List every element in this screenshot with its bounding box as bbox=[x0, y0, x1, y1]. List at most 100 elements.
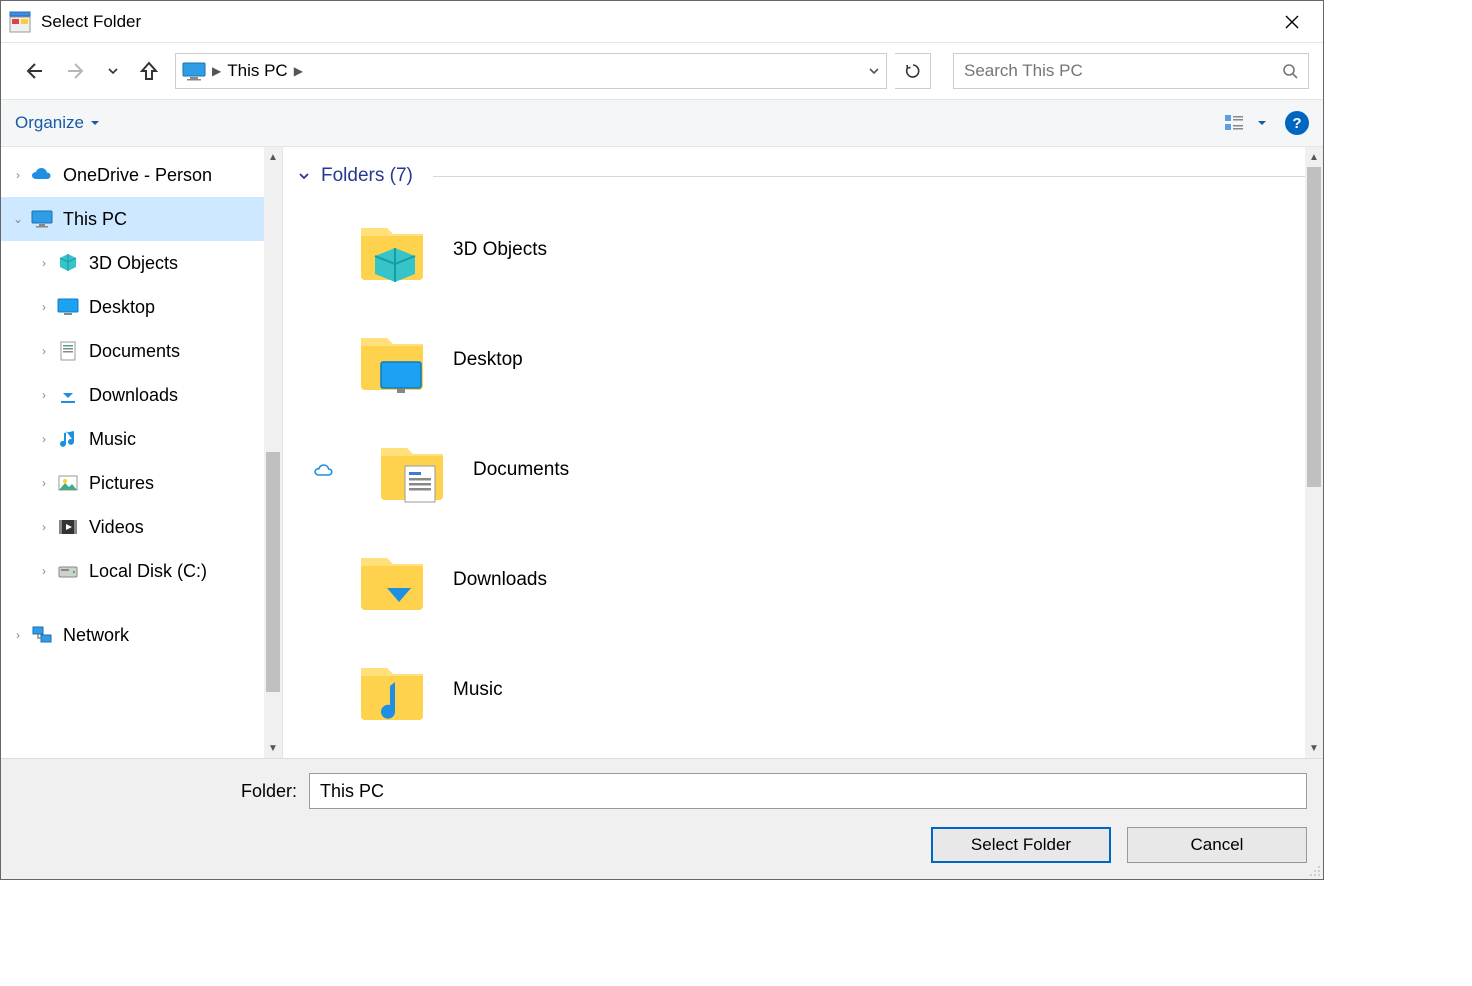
folder-item[interactable]: Documents bbox=[353, 415, 1323, 525]
tree-item-label: Desktop bbox=[89, 297, 155, 318]
tree-item[interactable]: › Network bbox=[1, 613, 282, 657]
cancel-button[interactable]: Cancel bbox=[1127, 827, 1307, 863]
scroll-thumb[interactable] bbox=[266, 452, 280, 692]
folder-label: Desktop bbox=[453, 349, 523, 371]
tree-item-label: This PC bbox=[63, 209, 127, 230]
window-title: Select Folder bbox=[41, 12, 1269, 32]
tree-item[interactable]: › Downloads bbox=[1, 373, 282, 417]
resize-grip[interactable] bbox=[1307, 863, 1321, 877]
breadcrumb-segment[interactable]: This PC bbox=[227, 61, 287, 81]
disk-icon bbox=[55, 558, 81, 584]
tree-item-label: Network bbox=[63, 625, 129, 646]
nav-tree: › OneDrive - Person⌄ This PC› 3D Objects… bbox=[1, 147, 283, 758]
body: › OneDrive - Person⌄ This PC› 3D Objects… bbox=[1, 147, 1323, 758]
thispc-icon bbox=[29, 206, 55, 232]
onedrive-icon bbox=[29, 162, 55, 188]
music-folder-icon bbox=[353, 650, 433, 730]
select-folder-button[interactable]: Select Folder bbox=[931, 827, 1111, 863]
back-button[interactable] bbox=[15, 53, 51, 89]
expand-icon[interactable]: › bbox=[33, 520, 55, 534]
thispc-icon bbox=[182, 61, 206, 81]
folder-field-label: Folder: bbox=[17, 781, 297, 802]
tree-item-label: Local Disk (C:) bbox=[89, 561, 207, 582]
toolbar: Organize ? bbox=[1, 99, 1323, 147]
folder-view[interactable]: Folders (7) 3D Objects Desktop Documents… bbox=[283, 147, 1323, 758]
folder-item[interactable]: Desktop bbox=[353, 305, 1323, 415]
expand-icon[interactable]: › bbox=[33, 300, 55, 314]
documents-folder-icon bbox=[373, 430, 453, 510]
forward-button[interactable] bbox=[59, 53, 95, 89]
downloads-folder-icon bbox=[353, 540, 433, 620]
folder-name-input[interactable] bbox=[309, 773, 1307, 809]
scroll-up-icon[interactable]: ▲ bbox=[1305, 147, 1323, 167]
folder-item[interactable]: 3D Objects bbox=[353, 195, 1323, 305]
folder-label: Music bbox=[453, 679, 503, 701]
search-box[interactable] bbox=[953, 53, 1309, 89]
tree-item-label: Music bbox=[89, 429, 136, 450]
section-label: Folders (7) bbox=[321, 165, 413, 187]
scroll-up-icon[interactable]: ▲ bbox=[264, 147, 282, 167]
tree-item[interactable]: › Documents bbox=[1, 329, 282, 373]
tree-item-label: Downloads bbox=[89, 385, 178, 406]
chevron-right-icon[interactable]: ▶ bbox=[212, 64, 221, 78]
tree-item[interactable]: › Pictures bbox=[1, 461, 282, 505]
expand-icon[interactable]: › bbox=[7, 628, 29, 642]
expand-icon[interactable]: › bbox=[33, 564, 55, 578]
3d-icon bbox=[55, 250, 81, 276]
chevron-down-icon bbox=[297, 169, 311, 183]
select-folder-dialog: Select Folder ▶ This PC ▶ bbox=[0, 0, 1324, 880]
expand-icon[interactable]: ⌄ bbox=[7, 212, 29, 226]
folder-label: Downloads bbox=[453, 569, 547, 591]
scroll-down-icon[interactable]: ▼ bbox=[1305, 738, 1323, 758]
titlebar: Select Folder bbox=[1, 1, 1323, 43]
app-icon bbox=[9, 11, 31, 33]
search-input[interactable] bbox=[964, 61, 1282, 81]
scroll-thumb[interactable] bbox=[1307, 167, 1321, 487]
tree-scrollbar[interactable]: ▲ ▼ bbox=[264, 147, 282, 758]
tree-item[interactable]: › 3D Objects bbox=[1, 241, 282, 285]
expand-icon[interactable]: › bbox=[33, 388, 55, 402]
folder-label: Documents bbox=[473, 459, 569, 481]
pictures-icon bbox=[55, 470, 81, 496]
help-button[interactable]: ? bbox=[1285, 111, 1309, 135]
organize-button[interactable]: Organize bbox=[15, 113, 100, 133]
expand-icon[interactable]: › bbox=[7, 168, 29, 182]
tree-item-label: Documents bbox=[89, 341, 180, 362]
up-button[interactable] bbox=[131, 53, 167, 89]
videos-icon bbox=[55, 514, 81, 540]
refresh-button[interactable] bbox=[895, 53, 931, 89]
chevron-right-icon[interactable]: ▶ bbox=[294, 64, 303, 78]
tree-item[interactable]: › Videos bbox=[1, 505, 282, 549]
expand-icon[interactable]: › bbox=[33, 256, 55, 270]
folder-item[interactable]: Downloads bbox=[353, 525, 1323, 635]
tree-item[interactable]: › Music bbox=[1, 417, 282, 461]
tree-item[interactable]: › Desktop bbox=[1, 285, 282, 329]
recent-locations-button[interactable] bbox=[103, 53, 123, 89]
downloads-icon bbox=[55, 382, 81, 408]
tree-item-label: 3D Objects bbox=[89, 253, 178, 274]
address-bar[interactable]: ▶ This PC ▶ bbox=[175, 53, 887, 89]
desktop-icon bbox=[55, 294, 81, 320]
expand-icon[interactable]: › bbox=[33, 432, 55, 446]
main-scrollbar[interactable]: ▲ ▼ bbox=[1305, 147, 1323, 758]
close-button[interactable] bbox=[1269, 6, 1315, 38]
tree-item-label: Videos bbox=[89, 517, 144, 538]
expand-icon[interactable]: › bbox=[33, 344, 55, 358]
folder-item[interactable]: Music bbox=[353, 635, 1323, 745]
cloud-status-icon bbox=[309, 462, 337, 478]
section-header[interactable]: Folders (7) bbox=[283, 147, 1323, 195]
tree-item[interactable]: ⌄ This PC bbox=[1, 197, 282, 241]
navbar: ▶ This PC ▶ bbox=[1, 43, 1323, 99]
bottom-panel: Folder: Select Folder Cancel bbox=[1, 758, 1323, 879]
view-options-button[interactable] bbox=[1225, 114, 1267, 132]
tree-item-label: OneDrive - Person bbox=[63, 165, 212, 186]
tree-item[interactable]: › OneDrive - Person bbox=[1, 153, 282, 197]
3d-folder-icon bbox=[353, 210, 433, 290]
tree-item[interactable]: › Local Disk (C:) bbox=[1, 549, 282, 593]
music-icon bbox=[55, 426, 81, 452]
scroll-down-icon[interactable]: ▼ bbox=[264, 738, 282, 758]
expand-icon[interactable]: › bbox=[33, 476, 55, 490]
search-icon bbox=[1282, 63, 1298, 79]
network-icon bbox=[29, 622, 55, 648]
chevron-down-icon[interactable] bbox=[868, 65, 880, 77]
